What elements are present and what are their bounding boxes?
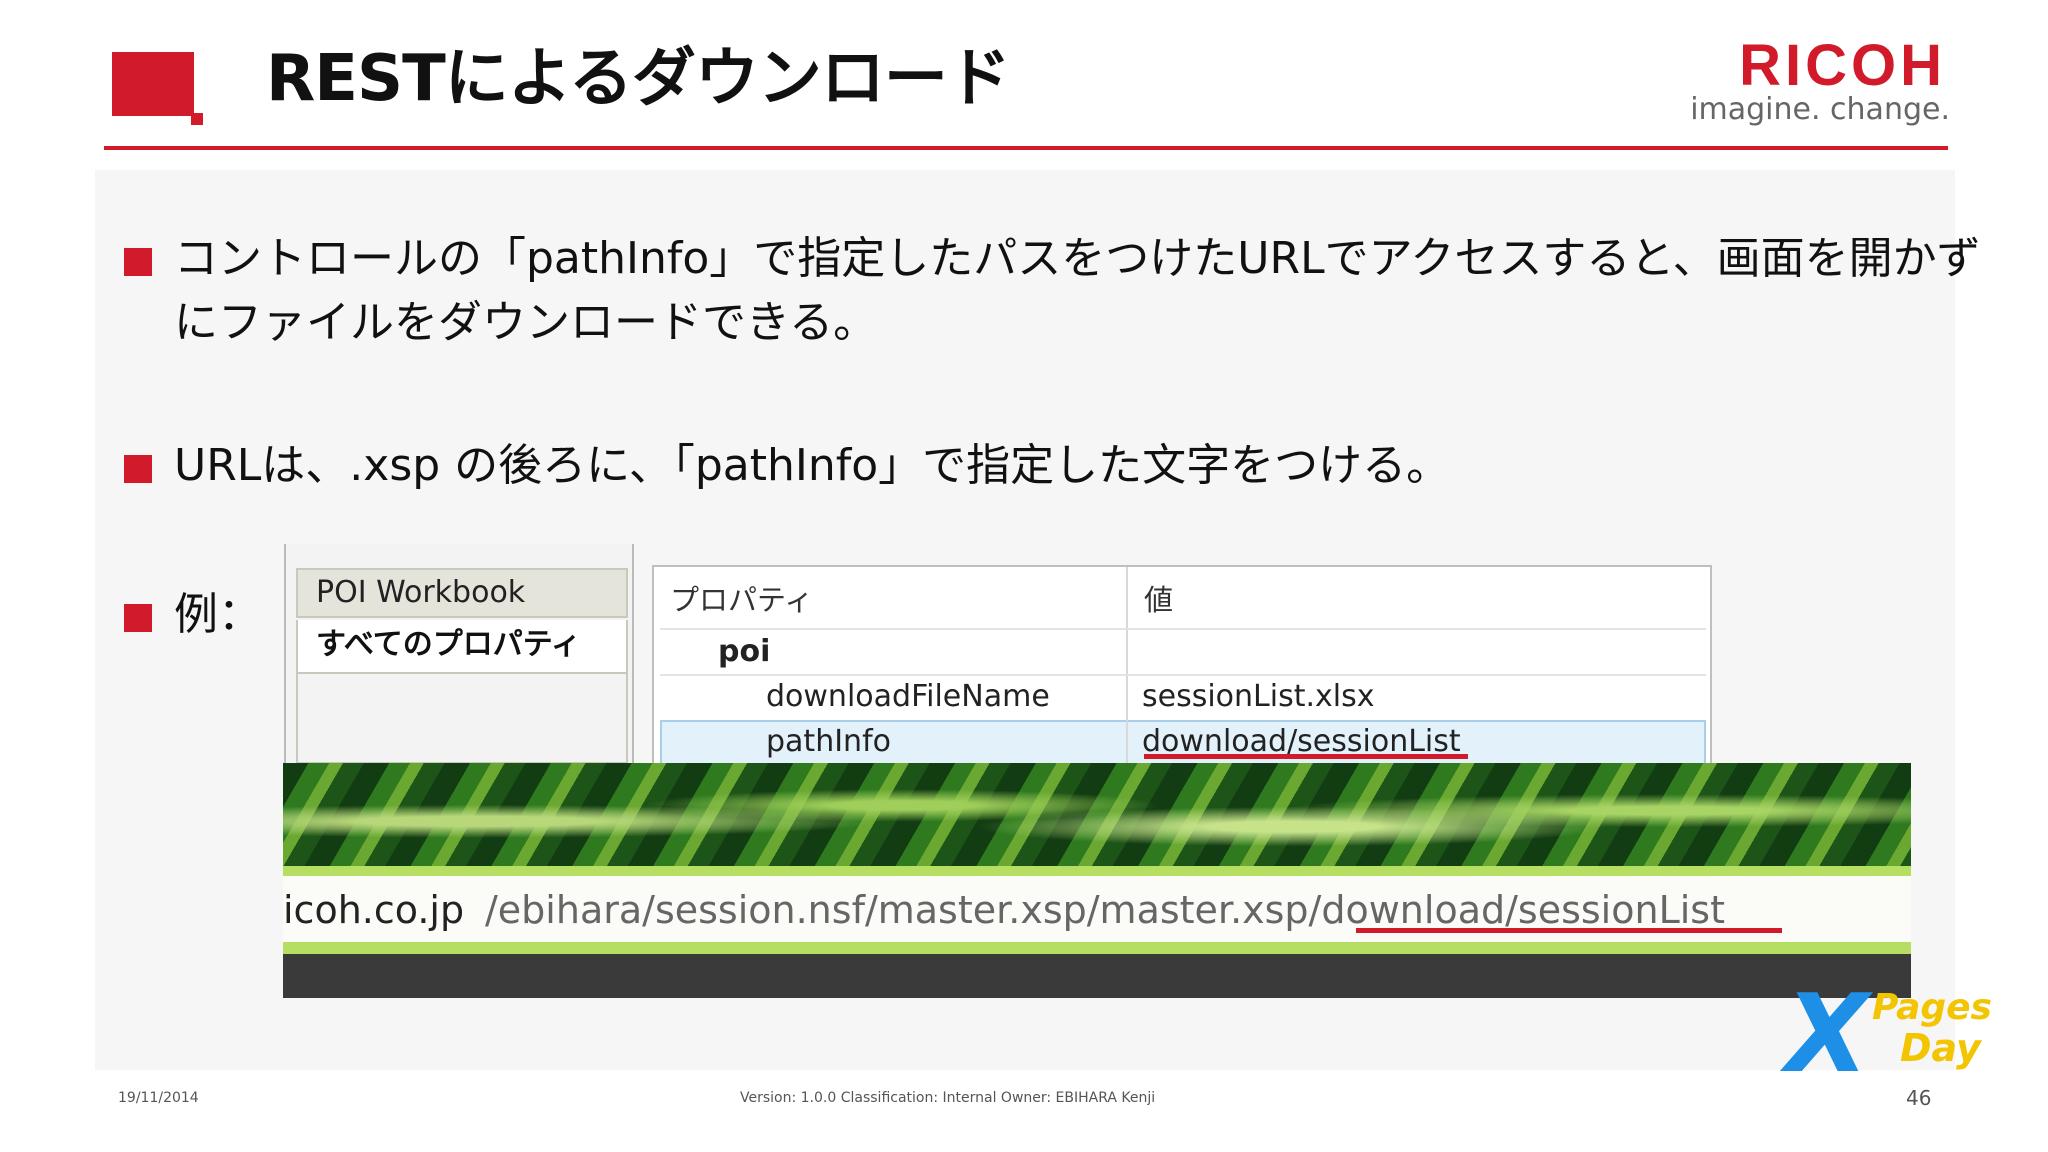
column-header-value: 値 bbox=[1144, 583, 1174, 617]
bullet-square-icon bbox=[124, 248, 152, 276]
slide-title: RESTによるダウンロード bbox=[266, 42, 1011, 116]
xpages-day-text: Day bbox=[1900, 1026, 1981, 1070]
bullet-2-text: URLは、.xsp の後ろに、「pathInfo」で指定した文字をつける。 bbox=[174, 440, 1451, 491]
footer-meta: Version: 1.0.0 Classification: Internal … bbox=[740, 1090, 1156, 1106]
xpages-pages-text: Pages bbox=[1872, 987, 1992, 1028]
pathinfo-underline bbox=[1144, 754, 1468, 759]
column-header-property: プロパティ bbox=[670, 583, 814, 617]
xpages-x-glyph: X bbox=[1785, 972, 1869, 1097]
property-value-downloadfilename[interactable]: sessionList.xlsx bbox=[1142, 677, 1375, 717]
bullet-square-icon bbox=[124, 604, 152, 632]
footer-date: 19/11/2014 bbox=[118, 1090, 199, 1106]
title-divider bbox=[104, 146, 1948, 150]
property-name-poi[interactable]: poi bbox=[718, 632, 770, 672]
row-divider bbox=[660, 628, 1706, 630]
bullet-1-line-1: コントロールの「pathInfo」で指定したパスをつけたURLでアクセスすると、… bbox=[174, 233, 1981, 284]
tab-list-empty-area bbox=[296, 674, 628, 764]
ricoh-logo: RICOH bbox=[1739, 33, 1946, 98]
bullet-3-text: 例： bbox=[174, 589, 262, 640]
row-divider bbox=[660, 674, 1706, 676]
xpages-day-logo: X Pages Day bbox=[1772, 972, 2002, 1097]
ricoh-tagline: imagine. change. bbox=[1690, 92, 1950, 127]
bullet-square-icon bbox=[124, 455, 152, 483]
bullet-1-line-2: にファイルをダウンロードできる。 bbox=[174, 297, 878, 348]
column-divider bbox=[1126, 567, 1128, 764]
title-square-dot-icon bbox=[191, 113, 203, 125]
tab-all-properties[interactable]: すべてのプロパティ bbox=[296, 620, 628, 674]
title-square-icon bbox=[112, 52, 194, 116]
property-name-pathinfo[interactable]: pathInfo bbox=[766, 722, 891, 762]
page-number: 46 bbox=[1906, 1086, 1932, 1110]
url-pathinfo-underline bbox=[1356, 928, 1782, 933]
tab-poi-workbook[interactable]: POI Workbook bbox=[296, 568, 628, 618]
browser-dark-bar bbox=[283, 954, 1911, 998]
url-bottom-stripe bbox=[283, 942, 1911, 954]
banner-stripe bbox=[283, 866, 1911, 876]
property-name-downloadfilename[interactable]: downloadFileName bbox=[766, 677, 1050, 717]
url-host-text: icoh.co.jp bbox=[283, 888, 465, 932]
browser-header-banner bbox=[283, 763, 1911, 869]
